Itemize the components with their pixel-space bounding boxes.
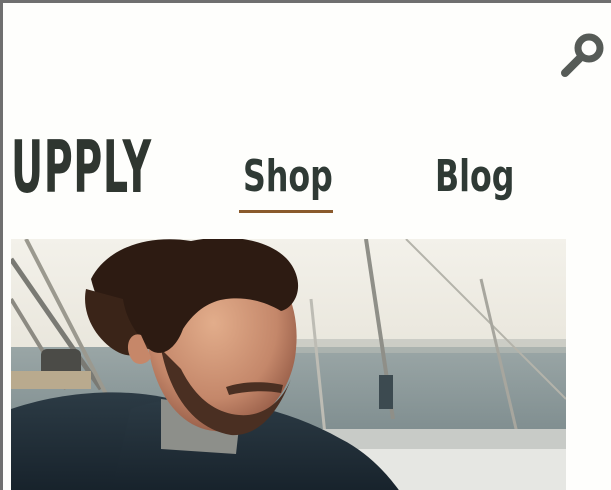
nav-item-shop[interactable]: Shop [243,155,333,199]
active-nav-indicator [239,210,333,213]
nav-item-blog[interactable]: Blog [435,155,514,199]
hero-image [11,239,566,490]
search-button[interactable] [559,31,609,79]
brand-logo[interactable]: UPPLY [11,131,152,203]
search-icon [561,33,604,77]
page-frame: UPPLY Shop Blog [0,0,611,490]
